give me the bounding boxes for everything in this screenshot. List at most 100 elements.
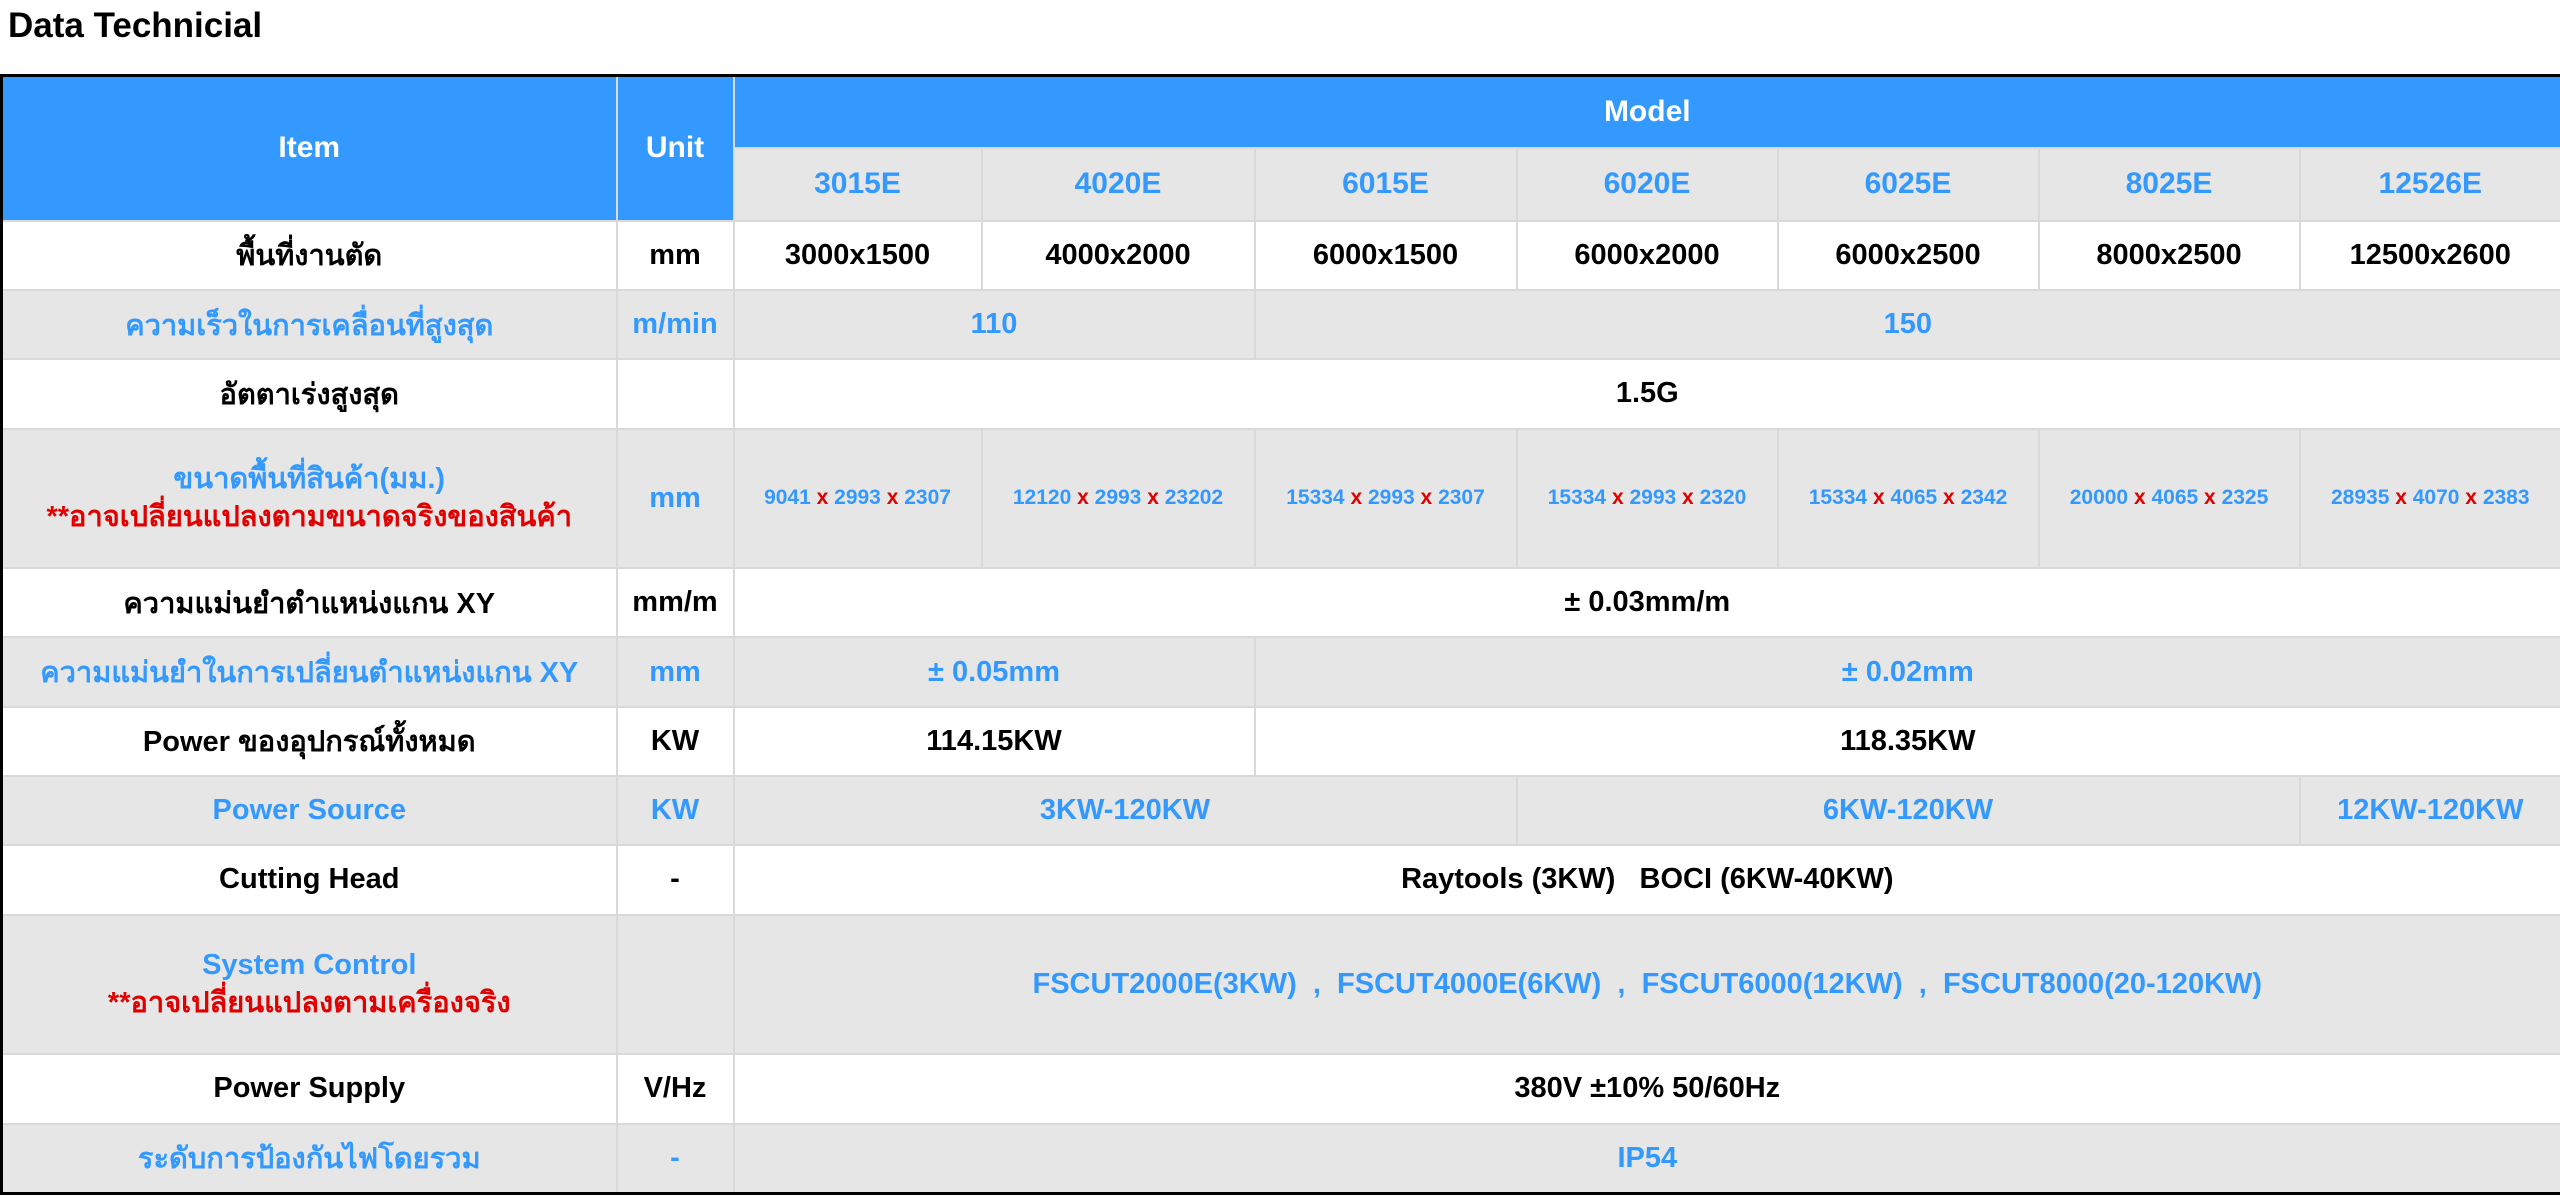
model-6015e: 6015E	[1253, 147, 1518, 222]
cell-value: 3KW-120KW	[732, 775, 1518, 847]
row-label: Cutting Head	[0, 844, 618, 916]
dimension-value: 2993	[1367, 486, 1415, 510]
dimension-separator: x	[2128, 486, 2152, 510]
dimension-value: 2342	[1960, 486, 2008, 510]
dimension-separator: x	[1867, 486, 1891, 510]
dimension-separator: x	[1071, 486, 1095, 510]
row-note: **อาจเปลี่ยนแปลงตามเครื่องจริง	[107, 987, 511, 1020]
dimension-separator: x	[1344, 486, 1368, 510]
cell-value: ± 0.02mm	[1253, 636, 2560, 708]
dimension-separator: x	[2198, 486, 2222, 510]
row-label: อัตตาเร่งสูงสุด	[0, 358, 618, 430]
cell-value: 6KW-120KW	[1515, 775, 2301, 847]
dimension-cell: 28935 x 4070 x 2383	[2298, 427, 2560, 570]
dimension-value: 15334	[1286, 486, 1345, 510]
cell-value: 6000x1500	[1253, 219, 1518, 291]
dimension-value: 15334	[1547, 486, 1607, 510]
dimension-value: 2993	[834, 486, 881, 510]
row-unit: KW	[615, 775, 735, 847]
row-unit: mm	[615, 636, 735, 708]
dimension-cell: 20000 x 4065 x 2325	[2037, 427, 2301, 570]
row-power-supply: Power Supply V/Hz 380V ±10% 50/60Hz	[0, 1053, 2560, 1125]
cell-value: 8000x2500	[2037, 219, 2301, 291]
dimension-value: 28935	[2330, 486, 2390, 510]
row-label: ความเร็วในการเคลื่อนที่สูงสุด	[0, 288, 618, 361]
cell-value: 150	[1253, 288, 2560, 361]
row-unit	[615, 913, 735, 1056]
dimension-value: 2320	[1699, 486, 1747, 510]
dimension-separator: x	[1676, 486, 1700, 510]
dimension-value: 4070	[2412, 486, 2460, 510]
row-xy-accuracy: ความแม่นยำตำแหน่งแกน XY mm/m ± 0.03mm/m	[0, 567, 2560, 639]
header-unit: Unit	[615, 74, 735, 222]
row-cutting-head: Cutting Head - Raytools (3KW) BOCI (6KW-…	[0, 844, 2560, 916]
cell-value: 6000x2000	[1515, 219, 1779, 291]
cell-text: Raytools (3KW) BOCI (6KW-40KW)	[1401, 863, 1894, 896]
row-label: ระดับการป้องกันไฟโดยรวม	[0, 1122, 618, 1195]
dimension-separator: x	[810, 486, 835, 510]
row-label: Power Source	[0, 775, 618, 847]
cell-value: 114.15KW	[732, 705, 1256, 778]
dimension-value: 2307	[1438, 486, 1485, 510]
cell-value: 3000x1500	[732, 219, 983, 291]
row-unit: -	[615, 844, 735, 916]
dimension-cell: 15334 x 2993 x 2320	[1515, 427, 1779, 570]
page-title: Data Technicial	[8, 6, 263, 45]
dimension-value: 2307	[904, 486, 951, 510]
model-4020e: 4020E	[980, 147, 1256, 222]
row-power-source: Power Source KW 3KW-120KW 6KW-120KW 12KW…	[0, 775, 2560, 847]
dimension-value: 15334	[1808, 486, 1868, 510]
dimension-separator: x	[1606, 486, 1630, 510]
row-label: พื้นที่งานตัด	[0, 219, 618, 291]
dimension-cell: 12120 x 2993 x 23202	[980, 427, 1256, 570]
row-unit: mm/m	[615, 567, 735, 639]
row-unit: -	[615, 1122, 735, 1195]
row-max-accel: อัตตาเร่งสูงสุด 1.5G	[0, 358, 2560, 430]
dimension-separator: x	[880, 486, 905, 510]
cell-value: 4000x2000	[980, 219, 1256, 291]
row-unit: V/Hz	[615, 1053, 735, 1125]
model-6020e: 6020E	[1515, 147, 1779, 222]
row-unit: m/min	[615, 288, 735, 361]
row-label: Power Supply	[0, 1053, 618, 1125]
model-8025e: 8025E	[2037, 147, 2301, 222]
row-unit: mm	[615, 219, 735, 291]
dimension-separator: x	[2459, 486, 2483, 510]
model-6025e: 6025E	[1776, 147, 2040, 222]
row-unit	[615, 358, 735, 430]
row-footprint: ขนาดพื้นที่สินค้า(มม.) **อาจเปลี่ยนแปลงต…	[0, 427, 2560, 570]
dimension-cell: 15334 x 2993 x 2307	[1253, 427, 1518, 570]
cell-text: FSCUT2000E(3KW) , FSCUT4000E(6KW) , FSCU…	[1032, 967, 2263, 1000]
row-label: ขนาดพื้นที่สินค้า(มม.) **อาจเปลี่ยนแปลงต…	[0, 427, 618, 570]
cell-value: 6000x2500	[1776, 219, 2040, 291]
row-label: ความแม่นยำตำแหน่งแกน XY	[0, 567, 618, 639]
cell-value: 12KW-120KW	[2298, 775, 2560, 847]
row-unit: mm	[615, 427, 735, 570]
dimension-value: 2993	[1094, 486, 1142, 510]
spec-table: Item Unit Model 3015E 4020E 6015E 6020E …	[0, 74, 2560, 1195]
row-total-power: Power ของอุปกรณ์ทั้งหมด KW 114.15KW 118.…	[0, 705, 2560, 778]
row-work-area: พื้นที่งานตัด mm 3000x1500 4000x2000 600…	[0, 219, 2560, 291]
row-xy-repeat: ความแม่นยำในการเปลี่ยนตำแหน่งแกน XY mm ±…	[0, 636, 2560, 708]
cell-value: FSCUT2000E(3KW) , FSCUT4000E(6KW) , FSCU…	[732, 913, 2560, 1056]
row-max-speed: ความเร็วในการเคลื่อนที่สูงสุด m/min 110 …	[0, 288, 2560, 361]
dimension-value: 2383	[2482, 486, 2530, 510]
dimension-value: 23202	[1164, 486, 1224, 510]
dimension-separator: x	[1937, 486, 1961, 510]
dimension-cell: 15334 x 4065 x 2342	[1776, 427, 2040, 570]
row-system-control: System Control **อาจเปลี่ยนแปลงตามเครื่อ…	[0, 913, 2560, 1056]
cell-value: 118.35KW	[1253, 705, 2560, 778]
dimension-separator: x	[2389, 486, 2413, 510]
row-label: System Control **อาจเปลี่ยนแปลงตามเครื่อ…	[0, 913, 618, 1056]
dimension-value: 12120	[1012, 486, 1072, 510]
cell-value: IP54	[732, 1122, 2560, 1195]
dimension-value: 9041	[764, 486, 811, 510]
row-label-text: System Control	[202, 949, 417, 982]
cell-value: Raytools (3KW) BOCI (6KW-40KW)	[732, 844, 2560, 916]
model-3015e: 3015E	[732, 147, 983, 222]
dimension-separator: x	[1141, 486, 1165, 510]
row-protection: ระดับการป้องกันไฟโดยรวม - IP54	[0, 1122, 2560, 1195]
row-label-text: ขนาดพื้นที่สินค้า(มม.)	[173, 463, 446, 496]
cell-value: 380V ±10% 50/60Hz	[732, 1053, 2560, 1125]
dimension-separator: x	[1414, 486, 1439, 510]
